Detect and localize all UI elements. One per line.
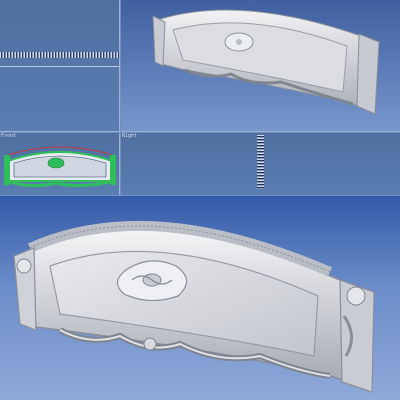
headboard-side-profile [257, 135, 264, 189]
headboard-model-large [13, 220, 375, 393]
viewport-label: Front [1, 133, 17, 139]
viewport-perspective-large[interactable] [0, 196, 400, 400]
viewport-label: Right [122, 133, 138, 139]
headboard-top-profile [0, 52, 119, 58]
viewport-perspective-small[interactable] [121, 0, 400, 132]
ground-line [0, 66, 119, 67]
viewport-top[interactable] [0, 0, 120, 132]
headboard-wireframe [4, 146, 116, 188]
headboard-model-small [152, 9, 380, 115]
viewport-right[interactable]: Right [121, 133, 400, 195]
viewport-front[interactable]: Front [0, 133, 120, 195]
